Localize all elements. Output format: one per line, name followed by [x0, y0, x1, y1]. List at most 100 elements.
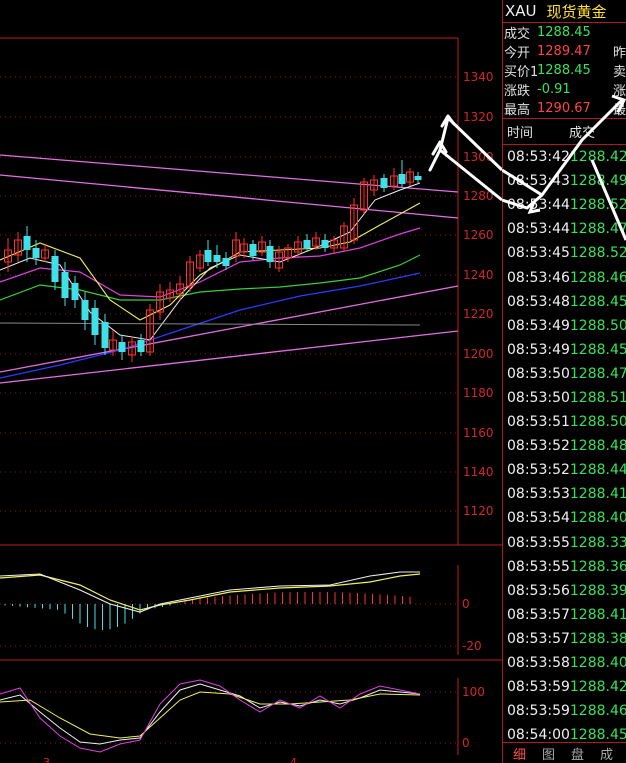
tab-book[interactable]: 盘	[571, 744, 584, 763]
tick-price: 1288.41	[569, 606, 626, 623]
tick-time: 08:53:53	[507, 486, 570, 503]
candle-body	[51, 256, 59, 282]
tick-price: 1288.45	[569, 341, 626, 358]
tick-time: 08:53:49	[507, 317, 570, 334]
candle-body	[303, 240, 311, 248]
tick-time: 08:53:46	[507, 269, 570, 286]
tick-price: 1288.47	[569, 365, 626, 382]
kdj-d-line	[0, 691, 421, 739]
candle-body	[91, 308, 99, 335]
annotation-overlay	[502, 94, 626, 241]
price-tick-label: 1120	[463, 504, 494, 518]
candle-body	[101, 322, 109, 348]
tick-price: 1288.38	[569, 630, 626, 647]
ma-line-gray	[0, 322, 421, 326]
candle-body	[414, 176, 422, 180]
time-tick-label: 4	[290, 756, 297, 763]
candle-body	[266, 246, 274, 262]
tick-price: 1288.42	[569, 679, 626, 696]
candle-body	[222, 258, 230, 266]
tick-time: 08:53:52	[507, 438, 570, 455]
kdj-j-line	[0, 679, 421, 753]
tick-time: 08:53:56	[507, 582, 570, 599]
tick-time: 08:53:49	[507, 341, 570, 358]
tick-price: 1288.33	[569, 534, 626, 551]
trend-line	[0, 154, 459, 193]
tick-time: 08:53:58	[507, 655, 570, 672]
price-tick-label: 1320	[463, 110, 494, 124]
tick-price: 1288.46	[569, 269, 626, 286]
tab-trades[interactable]: 成	[600, 744, 613, 763]
price-tick-label: 1240	[463, 268, 494, 282]
tick-row: 08:53:56 1288.39	[503, 579, 626, 603]
tick-price: 1288.39	[569, 582, 626, 599]
tick-price: 1288.44	[569, 462, 626, 479]
trend-line	[0, 330, 459, 384]
tick-time: 08:53:57	[507, 606, 570, 623]
annotation-arrow	[502, 193, 543, 210]
tick-time: 08:53:55	[507, 534, 570, 551]
macd-tick-label: 0	[462, 597, 470, 611]
tab-chart[interactable]: 图	[542, 744, 555, 763]
tick-row: 08:53:54 1288.40	[503, 506, 626, 530]
tick-row: 08:53:49 1288.50	[503, 314, 626, 338]
candle-body	[398, 174, 406, 184]
tick-row: 08:53:52 1288.48	[503, 434, 626, 458]
kdj-tick-label: 100	[462, 685, 485, 699]
tick-time: 08:53:55	[507, 558, 570, 575]
price-tick-label: 1140	[463, 465, 494, 479]
tick-price: 1288.50	[569, 317, 626, 334]
tick-time: 08:54:00	[507, 727, 570, 744]
tick-time: 08:53:50	[507, 389, 570, 406]
tick-row: 08:53:57 1288.38	[503, 627, 626, 651]
tick-row: 08:53:58 1288.40	[503, 651, 626, 675]
tick-row: 08:53:46 1288.46	[503, 265, 626, 289]
tick-time: 08:53:59	[507, 703, 570, 720]
trend-line	[0, 285, 459, 373]
tick-price: 1288.41	[569, 486, 626, 503]
tick-row: 08:53:52 1288.44	[503, 458, 626, 482]
kdj-tick-label: 0	[462, 736, 470, 750]
tab-detail[interactable]: 细	[513, 744, 526, 763]
tick-price: 1288.51	[569, 389, 626, 406]
price-tick-label: 1200	[463, 347, 494, 361]
panel-tabs: 细 图 盘 成	[503, 742, 626, 763]
price-tick-label: 1220	[463, 307, 494, 321]
tick-row: 08:53:59 1288.46	[503, 699, 626, 723]
candle-body	[213, 255, 221, 262]
tick-price: 1288.36	[569, 558, 626, 575]
candle-body	[249, 244, 257, 256]
macd-tick-label: -20	[462, 639, 482, 653]
tick-price: 1288.40	[569, 655, 626, 672]
candle-body	[204, 250, 212, 262]
time-tick-label: 3	[43, 756, 50, 763]
candle-body	[137, 340, 145, 352]
tick-row: 08:53:53 1288.41	[503, 482, 626, 506]
tick-price: 1288.48	[569, 438, 626, 455]
tick-row: 08:53:55 1288.36	[503, 555, 626, 579]
price-tick-label: 1260	[463, 228, 494, 242]
tick-time: 08:53:50	[507, 365, 570, 382]
tick-price: 1288.46	[569, 703, 626, 720]
candle-body	[71, 283, 79, 300]
annotation-arrow	[502, 98, 624, 197]
candle-body	[61, 272, 69, 298]
price-tick-label: 1180	[463, 386, 494, 400]
tick-row: 08:53:51 1288.50	[503, 410, 626, 434]
tick-row: 08:53:49 1288.45	[503, 338, 626, 362]
candlestick-chart[interactable]: 1340132013001280126012401220120011801160…	[0, 0, 502, 763]
candle-body	[321, 240, 329, 248]
price-tick-label: 1340	[463, 70, 494, 84]
candle-body	[380, 178, 388, 188]
tick-price: 1288.45	[569, 727, 626, 744]
tick-time: 08:53:48	[507, 293, 570, 310]
annotation-arrow	[590, 159, 626, 241]
tick-price: 1288.40	[569, 510, 626, 527]
candle-body	[23, 236, 31, 250]
candle-body	[118, 342, 126, 352]
tick-row: 08:53:48 1288.45	[503, 290, 626, 314]
tick-row: 08:53:50 1288.47	[503, 362, 626, 386]
tick-time: 08:53:57	[507, 630, 570, 647]
tick-time: 08:53:51	[507, 414, 570, 431]
tick-time: 08:53:54	[507, 510, 570, 527]
